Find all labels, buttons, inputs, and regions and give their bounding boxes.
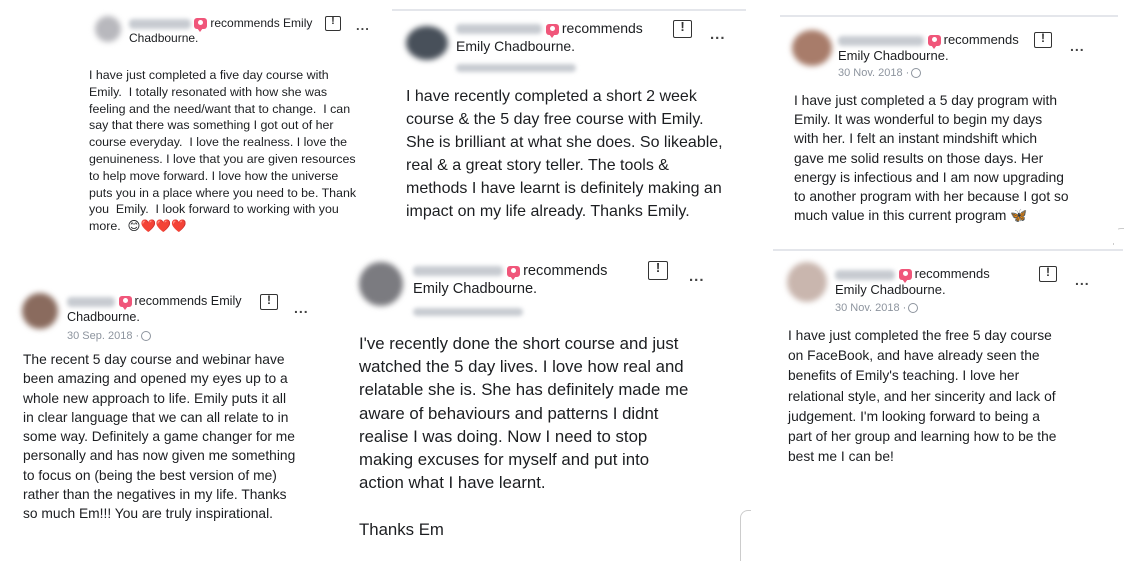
card-top-border (780, 15, 1118, 17)
page-name[interactable]: Emily Chadbourne. (413, 281, 537, 297)
page-name[interactable]: Emily Chadbourne. (835, 282, 946, 297)
page-name[interactable]: Chadbourne. (67, 310, 140, 324)
post-date: 30 Nov. 2018 · (838, 67, 922, 79)
reviewer-name[interactable] (129, 18, 191, 29)
review-text: I have just completed the free 5 day cou… (788, 328, 1057, 465)
more-options-button[interactable]: ... (710, 26, 726, 43)
recommends-label: recommends (914, 266, 990, 281)
more-options-button[interactable]: ... (1075, 272, 1090, 288)
reviewer-name[interactable] (67, 296, 115, 307)
review-text: I have just completed a five day course … (89, 68, 357, 234)
globe-icon (141, 331, 152, 342)
report-flag-icon[interactable] (1034, 31, 1052, 48)
globe-icon (908, 303, 919, 314)
recommends-label: recommends (943, 32, 1019, 47)
recommend-icon (507, 265, 521, 280)
recommend-icon (118, 296, 132, 311)
post-date (413, 308, 523, 316)
recommends-label: recommends Emily (134, 294, 242, 308)
card-top-border (392, 9, 746, 11)
review-header: recommends Emily Chadbourne. (456, 20, 643, 55)
avatar (787, 262, 827, 302)
avatar (359, 262, 403, 306)
more-options-button[interactable]: ... (689, 268, 705, 285)
avatar (792, 30, 832, 66)
review-header: recommends Emily Chadbourne. (67, 294, 242, 325)
card-top-border (773, 249, 1123, 251)
avatar (22, 293, 58, 329)
avatar (95, 16, 121, 42)
post-date: 30 Nov. 2018 · (835, 302, 919, 314)
review-card: recommends Emily Chadbourne. ... I have … (75, 10, 380, 245)
review-card: recommends Emily Chadbourne. ... I have … (392, 12, 746, 232)
review-text: I have recently completed a short 2 week… (406, 88, 723, 220)
report-flag-icon[interactable] (325, 15, 341, 31)
reviewer-name[interactable] (413, 266, 503, 277)
review-card: recommends Emily Chadbourne. 30 Nov. 201… (773, 252, 1123, 477)
review-card: recommends Emily Chadbourne. 30 Sep. 201… (10, 285, 340, 530)
page-name[interactable]: Emily Chadbourne. (838, 48, 949, 63)
review-header: recommends Emily Chadbourne. (835, 266, 990, 299)
post-date (456, 64, 576, 72)
recommend-icon (898, 269, 912, 284)
more-options-button[interactable]: ... (294, 300, 309, 316)
review-header: recommends Emily Chadbourne. (838, 32, 1019, 65)
avatar (406, 26, 448, 60)
review-text: The recent 5 day course and webinar have… (23, 352, 296, 522)
report-flag-icon[interactable] (648, 260, 668, 280)
review-header: recommends Emily Chadbourne. (413, 262, 607, 298)
recommends-label: recommends (523, 263, 608, 279)
recommend-icon (194, 18, 208, 33)
report-flag-icon[interactable] (1039, 265, 1057, 282)
more-options-button[interactable]: ... (1070, 38, 1085, 54)
review-text: I have just completed a 5 day program wi… (794, 93, 1069, 224)
review-card: recommends Emily Chadbourne. ... I've re… (345, 252, 740, 552)
review-text: I've recently done the short course and … (359, 334, 689, 539)
reviewer-name[interactable] (838, 35, 924, 46)
reviewer-name[interactable] (835, 269, 895, 280)
review-header: recommends Emily Chadbourne. (129, 16, 312, 46)
report-flag-icon[interactable] (673, 19, 692, 38)
post-date: 30 Sep. 2018 · (67, 330, 152, 342)
recommend-icon (927, 35, 941, 50)
card-corner-curl (740, 510, 751, 561)
review-card: recommends Emily Chadbourne. 30 Nov. 201… (780, 18, 1118, 243)
recommend-icon (545, 23, 559, 38)
recommends-label: recommends Emily (210, 16, 313, 30)
globe-icon (911, 68, 922, 79)
more-options-button[interactable]: ... (356, 18, 370, 33)
page-name[interactable]: Emily Chadbourne. (456, 38, 575, 54)
page-name[interactable]: Chadbourne. (129, 31, 198, 45)
reviewer-name[interactable] (456, 24, 542, 35)
recommends-label: recommends (561, 20, 643, 36)
report-flag-icon[interactable] (260, 293, 278, 310)
